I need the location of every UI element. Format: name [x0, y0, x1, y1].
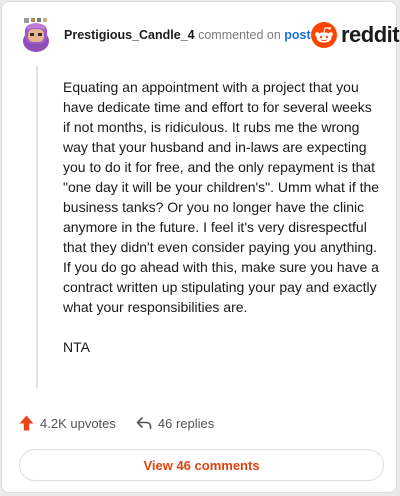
reddit-snoo-icon: [311, 22, 337, 48]
comment-body: Equating an appointment with a project t…: [63, 77, 381, 377]
reddit-wordmark: reddit: [341, 22, 400, 47]
comment-paragraph: Equating an appointment with a project t…: [63, 79, 380, 315]
thread-line: [36, 66, 38, 388]
upvote-count: 4.2K upvotes: [40, 415, 116, 431]
post-link[interactable]: post: [284, 28, 310, 42]
comment-header: Prestigious_Candle_4 commented on post r…: [2, 2, 400, 68]
reply-count: 46 replies: [157, 415, 215, 431]
user-avatar[interactable]: [19, 16, 53, 52]
upvote-button[interactable]: 4.2K upvotes: [19, 415, 116, 431]
comment-card: Prestigious_Candle_4 commented on post r…: [1, 1, 400, 493]
username-link[interactable]: Prestigious_Candle_4: [64, 28, 195, 42]
avatar-icon: [23, 18, 49, 52]
comment-actions: 4.2K upvotes 46 replies: [19, 415, 214, 431]
reply-arrow-icon: [136, 417, 152, 430]
reddit-logo[interactable]: reddit: [311, 22, 400, 48]
commented-on-text: commented on: [198, 28, 281, 42]
replies-button[interactable]: 46 replies: [136, 416, 214, 431]
comment-paragraph: NTA: [63, 339, 90, 355]
comment-meta: Prestigious_Candle_4 commented on post: [64, 27, 311, 43]
upvote-arrow-icon: [19, 415, 34, 431]
view-comments-button[interactable]: View 46 comments: [19, 449, 384, 481]
